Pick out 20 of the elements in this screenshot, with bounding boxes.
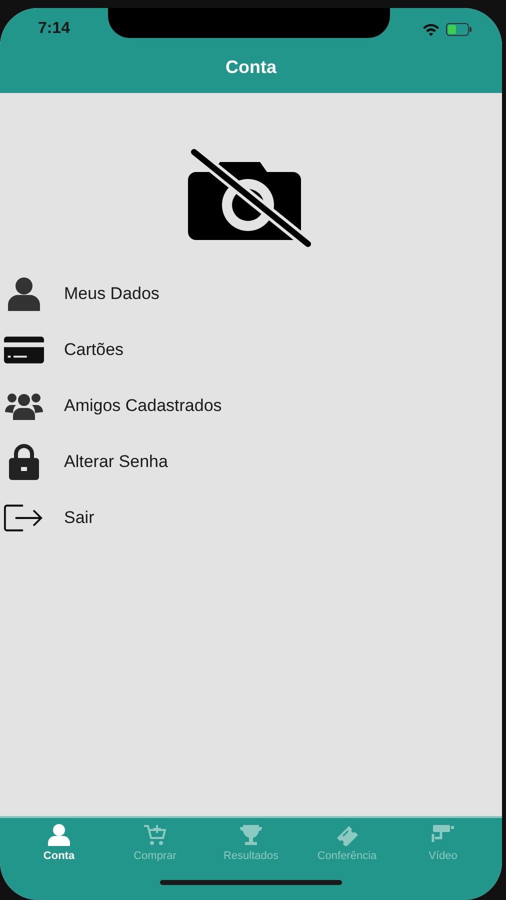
tab[interactable]: Conta [14, 824, 104, 862]
screen-title: Conta [226, 57, 276, 78]
no-camera-icon [188, 148, 314, 248]
group-icon [5, 392, 43, 420]
status-time: 7:14 [38, 20, 70, 38]
menu-item[interactable]: Meus Dados [0, 266, 502, 322]
exit-icon [4, 503, 44, 533]
menu-item[interactable]: Amigos Cadastrados [0, 378, 502, 434]
cart-icon [143, 824, 167, 846]
menu-item[interactable]: Cartões [0, 322, 502, 378]
menu-item[interactable]: Sair [0, 490, 502, 546]
trophy-icon [239, 824, 263, 846]
person-icon [47, 824, 71, 846]
credit-card-icon [4, 336, 44, 364]
padlock-icon [9, 444, 39, 480]
person-icon [6, 277, 42, 311]
menu-item[interactable]: Alterar Senha [0, 434, 502, 490]
wifi-icon [422, 22, 440, 36]
battery-icon [446, 22, 472, 36]
ticket-icon [335, 824, 359, 846]
